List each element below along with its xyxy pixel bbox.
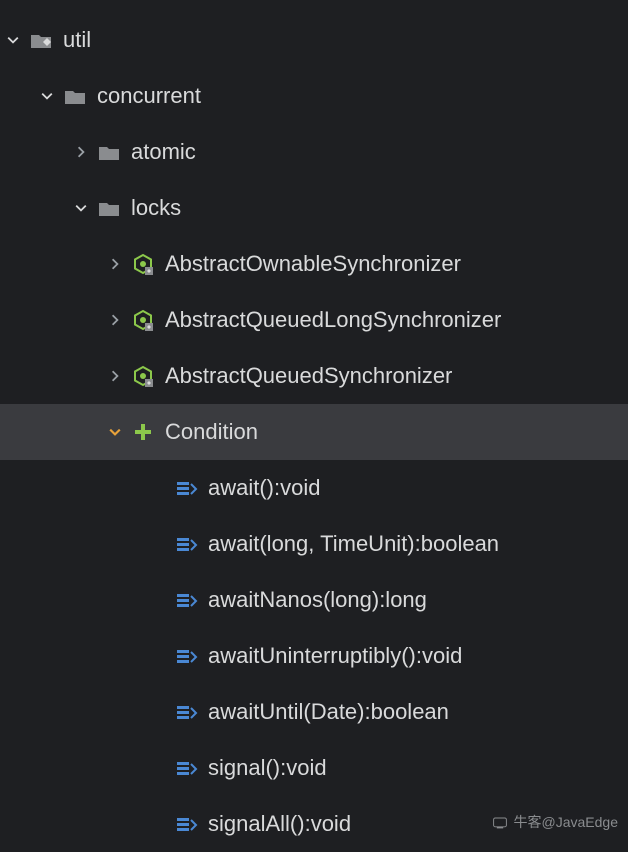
method-icon	[174, 700, 198, 724]
folder-icon	[97, 140, 121, 164]
tree-item-label: Condition	[165, 419, 258, 445]
tree-item-label: AbstractOwnableSynchronizer	[165, 251, 461, 277]
chevron-right-icon	[106, 256, 123, 273]
method-icon	[174, 532, 198, 556]
tree-item-method[interactable]: awaitUntil(Date):boolean	[0, 684, 628, 740]
tree-item-class-aos[interactable]: AbstractOwnableSynchronizer	[0, 236, 628, 292]
tree-item-label: util	[63, 27, 91, 53]
package-tree: util concurrent atomic locks	[0, 0, 628, 852]
tree-item-label: locks	[131, 195, 181, 221]
tree-item-label: atomic	[131, 139, 196, 165]
chevron-right-icon	[106, 312, 123, 329]
tree-item-label: AbstractQueuedSynchronizer	[165, 363, 452, 389]
folder-icon	[63, 84, 87, 108]
interface-icon	[131, 420, 155, 444]
tree-item-class-aqls[interactable]: AbstractQueuedLongSynchronizer	[0, 292, 628, 348]
tree-item-label: await(long, TimeUnit):boolean	[208, 531, 499, 557]
tree-item-package-locks[interactable]: locks	[0, 180, 628, 236]
tree-item-interface-condition[interactable]: Condition	[0, 404, 628, 460]
chevron-right-icon	[106, 368, 123, 385]
tree-item-class-aqs[interactable]: AbstractQueuedSynchronizer	[0, 348, 628, 404]
tree-item-label: signal():void	[208, 755, 327, 781]
tree-item-label: await():void	[208, 475, 320, 501]
class-icon	[131, 252, 155, 276]
tree-item-method[interactable]: await(long, TimeUnit):boolean	[0, 516, 628, 572]
method-icon	[174, 812, 198, 836]
tree-item-method[interactable]: awaitNanos(long):long	[0, 572, 628, 628]
class-icon	[131, 308, 155, 332]
tree-item-package-concurrent[interactable]: concurrent	[0, 68, 628, 124]
chevron-down-icon	[72, 200, 89, 217]
chevron-down-icon	[38, 88, 55, 105]
tree-item-label: awaitUninterruptibly():void	[208, 643, 462, 669]
tree-item-package-atomic[interactable]: atomic	[0, 124, 628, 180]
class-icon	[131, 364, 155, 388]
tree-item-label: AbstractQueuedLongSynchronizer	[165, 307, 501, 333]
method-icon	[174, 644, 198, 668]
watermark-icon	[492, 814, 508, 830]
chevron-down-icon	[4, 32, 21, 49]
tree-item-label: concurrent	[97, 83, 201, 109]
tree-item-label: signalAll():void	[208, 811, 351, 837]
chevron-right-icon	[72, 144, 89, 161]
tree-item-package-util[interactable]: util	[0, 12, 628, 68]
chevron-down-icon	[106, 424, 123, 441]
tree-item-method[interactable]: awaitUninterruptibly():void	[0, 628, 628, 684]
tree-item-method[interactable]: await():void	[0, 460, 628, 516]
folder-icon	[97, 196, 121, 220]
tree-item-label: awaitNanos(long):long	[208, 587, 427, 613]
method-icon	[174, 588, 198, 612]
method-icon	[174, 476, 198, 500]
watermark-text: 牛客@JavaEdge	[514, 812, 618, 832]
package-icon	[29, 28, 53, 52]
tree-item-method[interactable]: signal():void	[0, 740, 628, 796]
method-icon	[174, 756, 198, 780]
tree-item-label: awaitUntil(Date):boolean	[208, 699, 449, 725]
watermark: 牛客@JavaEdge	[492, 812, 618, 832]
